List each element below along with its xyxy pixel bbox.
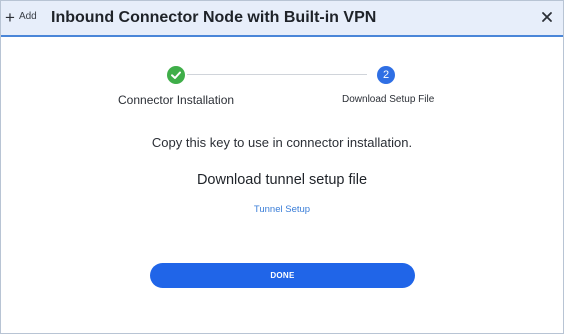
plus-icon: + [5,8,15,27]
step-2-label: Download Setup File [342,94,435,105]
step-connector-line [187,74,367,75]
check-icon [171,71,181,79]
add-label: Add [18,11,37,22]
download-heading: Download tunnel setup file [196,172,368,188]
stepper: 2 Connector Installation Download Setup … [1,63,563,113]
step-1-complete-indicator [167,66,185,84]
add-button[interactable]: + Add [5,9,37,26]
step-1-label: Connector Installation [118,93,235,107]
instruction-text: Copy this key to use in connector instal… [151,135,413,150]
step-2-number: 2 [377,66,395,84]
dialog-header: + Add Inbound Connector Node with Built-… [1,1,563,37]
close-icon[interactable] [539,9,555,25]
dialog: + Add Inbound Connector Node with Built-… [0,0,564,334]
tunnel-setup-link[interactable]: Tunnel Setup [1,204,563,215]
dialog-title: Inbound Connector Node with Built-in VPN [51,9,377,26]
done-button[interactable]: DONE [150,263,415,288]
